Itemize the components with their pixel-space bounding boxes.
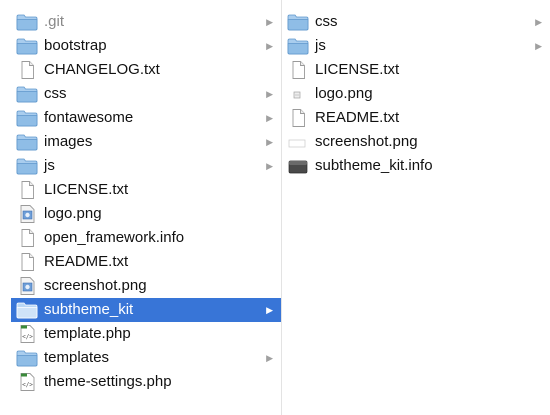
file-row[interactable]: logo.png	[282, 82, 550, 106]
column-browser: .git ▶ bootstrap ▶ CHANGELOG.txt css ▶ fontawes…	[0, 0, 550, 415]
item-label: screenshot.png	[44, 277, 147, 294]
folder-icon	[287, 13, 309, 31]
item-label: templates	[44, 349, 110, 366]
php-file-icon: </>	[16, 373, 38, 391]
folder-icon	[16, 301, 38, 319]
column-1[interactable]: .git ▶ bootstrap ▶ CHANGELOG.txt css ▶ fontawes…	[0, 10, 281, 415]
file-row[interactable]: LICENSE.txt	[11, 178, 281, 202]
item-label: template.php	[44, 325, 131, 342]
folder-row[interactable]: images ▶	[11, 130, 281, 154]
item-label: .git	[44, 13, 65, 30]
item-label: css	[44, 85, 67, 102]
image-file-icon	[16, 205, 38, 223]
folder-row[interactable]: fontawesome ▶	[11, 106, 281, 130]
file-row[interactable]: open_framework.info	[11, 226, 281, 250]
php-file-icon: </>	[16, 325, 38, 343]
disclosure-arrow-icon[interactable]: ▶	[266, 130, 273, 154]
disclosure-arrow-icon[interactable]: ▶	[535, 10, 542, 34]
column-2[interactable]: css ▶ js ▶ LICENSE.txt logo.png README.txt scre…	[281, 10, 550, 415]
disclosure-arrow-icon[interactable]: ▶	[535, 34, 542, 58]
document-icon	[16, 181, 38, 199]
file-row[interactable]: </> template.php	[11, 322, 281, 346]
item-label: README.txt	[44, 253, 129, 270]
disclosure-arrow-icon[interactable]: ▶	[266, 10, 273, 34]
folder-row[interactable]: subtheme_kit ▶	[11, 298, 281, 322]
file-row[interactable]: LICENSE.txt	[282, 58, 550, 82]
item-label: bootstrap	[44, 37, 107, 54]
folder-icon	[16, 85, 38, 103]
image-file-icon	[287, 85, 309, 103]
document-icon	[287, 109, 309, 127]
folder-row[interactable]: templates ▶	[11, 346, 281, 370]
folder-row[interactable]: css ▶	[282, 10, 550, 34]
info-file-icon	[287, 157, 309, 175]
svg-text:</>: </>	[22, 334, 33, 341]
file-row[interactable]: subtheme_kit.info	[282, 154, 550, 178]
folder-icon	[16, 157, 38, 175]
file-row[interactable]: logo.png	[11, 202, 281, 226]
item-label: open_framework.info	[44, 229, 185, 246]
file-row[interactable]: README.txt	[11, 250, 281, 274]
document-icon	[16, 61, 38, 79]
folder-row[interactable]: .git ▶	[11, 10, 281, 34]
file-row[interactable]: README.txt	[282, 106, 550, 130]
file-row[interactable]: screenshot.png	[11, 274, 281, 298]
image-file-icon	[287, 133, 309, 151]
item-label: README.txt	[315, 109, 400, 126]
disclosure-arrow-icon[interactable]: ▶	[266, 298, 273, 322]
item-label: screenshot.png	[315, 133, 418, 150]
item-label: subtheme_kit.info	[315, 157, 433, 174]
folder-icon	[16, 109, 38, 127]
svg-text:</>: </>	[22, 382, 33, 389]
file-row[interactable]: CHANGELOG.txt	[11, 58, 281, 82]
document-icon	[287, 61, 309, 79]
disclosure-arrow-icon[interactable]: ▶	[266, 34, 273, 58]
disclosure-arrow-icon[interactable]: ▶	[266, 154, 273, 178]
item-label: CHANGELOG.txt	[44, 61, 160, 78]
item-label: images	[44, 133, 93, 150]
image-file-icon	[16, 277, 38, 295]
folder-row[interactable]: js ▶	[282, 34, 550, 58]
item-label: theme-settings.php	[44, 373, 172, 390]
folder-row[interactable]: js ▶	[11, 154, 281, 178]
file-row[interactable]: </> theme-settings.php	[11, 370, 281, 394]
item-label: fontawesome	[44, 109, 134, 126]
folder-row[interactable]: bootstrap ▶	[11, 34, 281, 58]
folder-icon	[16, 13, 38, 31]
file-row[interactable]: screenshot.png	[282, 130, 550, 154]
item-label: css	[315, 13, 338, 30]
disclosure-arrow-icon[interactable]: ▶	[266, 106, 273, 130]
disclosure-arrow-icon[interactable]: ▶	[266, 82, 273, 106]
document-icon	[16, 229, 38, 247]
disclosure-arrow-icon[interactable]: ▶	[266, 346, 273, 370]
item-label: subtheme_kit	[44, 301, 134, 318]
item-label: logo.png	[44, 205, 102, 222]
folder-icon	[16, 349, 38, 367]
item-label: js	[315, 37, 326, 54]
folder-icon	[16, 133, 38, 151]
folder-row[interactable]: css ▶	[11, 82, 281, 106]
item-label: logo.png	[315, 85, 373, 102]
folder-icon	[16, 37, 38, 55]
item-label: js	[44, 157, 55, 174]
document-icon	[16, 253, 38, 271]
item-label: LICENSE.txt	[315, 61, 400, 78]
item-label: LICENSE.txt	[44, 181, 129, 198]
folder-icon	[287, 37, 309, 55]
